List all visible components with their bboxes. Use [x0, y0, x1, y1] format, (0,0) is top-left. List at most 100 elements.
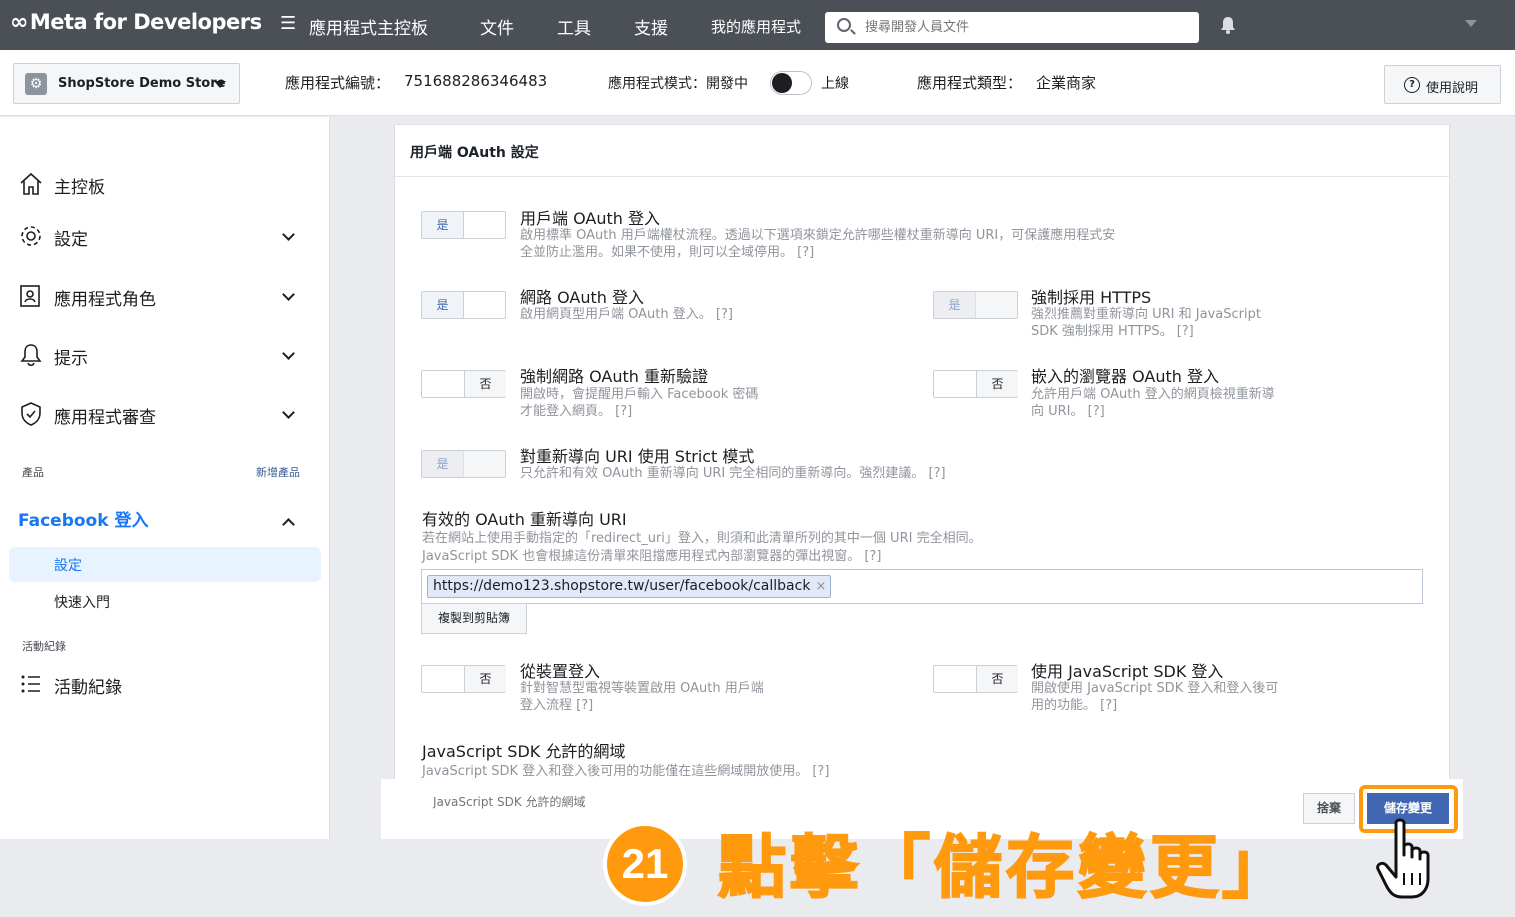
option-desc: 開啟時，會提醒用戶輸入 Facebook 密碼 [520, 387, 759, 402]
home-icon [20, 172, 42, 195]
panel-header: 用戶端 OAuth 設定 [395, 125, 1449, 177]
allowed-domains-title: JavaScript SDK 允許的網域 [422, 742, 626, 761]
nav-my-apps[interactable]: 我的應用程式 [711, 16, 801, 37]
option-desc: 登入流程 [?] [520, 698, 594, 713]
option-title: 強制網路 OAuth 重新驗證 [520, 367, 708, 386]
toggle-state: 否 [976, 666, 1018, 692]
option-desc: 啟用標準 OAuth 用戶端權杖流程。透過以下選項來鎖定允許哪些權杖重新導向 U… [520, 228, 1116, 243]
app-id-label: 應用程式編號： [285, 74, 391, 92]
sidebar-item-facebook-login[interactable]: Facebook 登入 [18, 506, 148, 531]
nav-support[interactable]: 支援 [634, 14, 668, 39]
meta-infinity-icon: ∞ [10, 10, 28, 35]
web-oauth-login-toggle[interactable]: 是 [421, 291, 506, 319]
toggle-state: 否 [464, 666, 506, 692]
sidebar: 主控板 設定 應用程式角色 提示 應用程式審查 產品 新增產品 Facebook… [0, 117, 330, 839]
redirect-uri-title: 有效的 OAuth 重新導向 URI [422, 510, 627, 529]
option-desc: 允許用戶端 OAuth 登入的網頁檢視重新導 [1031, 387, 1275, 402]
chevron-down-icon [282, 406, 295, 419]
nav-tools[interactable]: 工具 [557, 14, 591, 39]
sidebar-item-app-review[interactable]: 應用程式審查 [18, 399, 318, 429]
logo-text: Meta for Developers [29, 10, 262, 34]
chevron-down-icon [282, 288, 295, 301]
gear-icon [21, 226, 41, 246]
app-mode-label: 應用程式模式：開發中 [608, 76, 748, 92]
option-desc: 啟用網頁型用戶端 OAuth 登入。 [?] [520, 307, 733, 322]
option-title: 強制採用 HTTPS [1031, 288, 1152, 307]
sidebar-item-label: 主控板 [54, 178, 105, 198]
search-input[interactable] [865, 16, 1185, 38]
toggle-state: 否 [464, 371, 506, 397]
option-desc: 用的功能。 [?] [1031, 698, 1118, 713]
option-desc: 全並防止濫用。如果不使用，則可以全域停用。 [?] [520, 245, 815, 260]
chevron-up-icon [282, 518, 295, 531]
sidebar-subitem-settings[interactable]: 設定 [9, 547, 321, 582]
products-section-label: 產品 [22, 466, 44, 479]
strict-mode-toggle[interactable]: 是 [421, 450, 506, 478]
option-desc: 開啟使用 JavaScript SDK 登入和登入後可 [1031, 681, 1279, 696]
sidebar-subitem-label: 設定 [54, 558, 82, 574]
client-oauth-login-toggle[interactable]: 是 [421, 211, 506, 239]
app-name: ShopStore Demo Store [58, 76, 226, 91]
app-selector[interactable]: ⚙ ShopStore Demo Store [13, 63, 240, 104]
sidebar-item-settings[interactable]: 設定 [18, 221, 318, 251]
option-desc: 針對智慧型電視等裝置啟用 OAuth 用戶端 [520, 681, 764, 696]
nav-docs[interactable]: 文件 [480, 14, 514, 39]
remove-tag-icon[interactable]: × [816, 576, 827, 597]
roles-icon [20, 285, 40, 307]
menu-icon[interactable]: ☰ [280, 13, 296, 34]
meta-logo[interactable]: ∞Meta for Developers [10, 10, 262, 35]
top-nav-bar: ∞Meta for Developers ☰ 應用程式主控板 文件 工具 支援 … [0, 0, 1515, 50]
option-desc: 才能登入網頁。 [?] [520, 404, 633, 419]
toggle-state: 否 [976, 371, 1018, 397]
copy-to-clipboard-button[interactable]: 複製到剪貼簿 [421, 603, 527, 634]
sidebar-item-label: 提示 [54, 349, 88, 369]
panel-title: 用戶端 OAuth 設定 [410, 145, 539, 161]
enforce-https-toggle[interactable]: 是 [933, 291, 1018, 319]
option-title: 從裝置登入 [520, 662, 601, 681]
app-id-value: 751688286346483 [404, 72, 548, 90]
sidebar-item-alerts[interactable]: 提示 [18, 340, 318, 370]
app-type-value: 企業商家 [1036, 74, 1097, 92]
list-icon [21, 675, 40, 693]
device-login-toggle[interactable]: 否 [421, 665, 506, 693]
account-chevron-down-icon[interactable] [1465, 20, 1477, 27]
sidebar-subitem-quickstart[interactable]: 快速入門 [54, 592, 110, 612]
sidebar-item-label: 應用程式角色 [54, 290, 156, 310]
help-question-icon: ? [1404, 77, 1420, 93]
discard-button[interactable]: 捨棄 [1303, 793, 1355, 824]
toggle-state: 是 [422, 212, 464, 238]
option-title: 用戶端 OAuth 登入 [520, 209, 660, 228]
app-gear-icon: ⚙ [25, 73, 47, 95]
js-sdk-login-toggle[interactable]: 否 [933, 665, 1018, 693]
nav-app-dashboard[interactable]: 應用程式主控板 [309, 14, 428, 39]
redirect-uri-desc: 若在網站上使用手動指定的「redirect_uri」登入，則須和此清單所列的其中… [422, 531, 982, 546]
search-icon [837, 18, 851, 32]
chevron-down-icon [282, 347, 295, 360]
chevron-down-icon [214, 81, 226, 88]
app-mode-toggle[interactable] [770, 71, 812, 95]
option-desc: 向 URI。 [?] [1031, 404, 1105, 419]
sidebar-item-activity-log[interactable]: 活動紀錄 [18, 669, 318, 699]
toggle-state: 是 [422, 292, 464, 318]
sidebar-item-label: 應用程式審查 [54, 408, 156, 428]
step-instruction: 點擊「儲存變更」 [717, 828, 1295, 909]
redirect-uri-value: https://demo123.shopstore.tw/user/facebo… [433, 578, 811, 594]
help-label: 使用說明 [1426, 81, 1479, 96]
sidebar-item-dashboard[interactable]: 主控板 [18, 169, 318, 199]
redirect-uri-desc: JavaScript SDK 也會根據這份清單來阻擋應用程式內部瀏覽器的彈出視窗… [422, 549, 882, 564]
pointer-hand-icon [1376, 818, 1430, 899]
sidebar-item-label: 設定 [54, 230, 88, 250]
redirect-uri-tag[interactable]: https://demo123.shopstore.tw/user/facebo… [427, 575, 832, 598]
help-button[interactable]: ? 使用說明 [1384, 65, 1501, 104]
option-desc: 只允許和有效 OAuth 重新導向 URI 完全相同的重新導向。強烈建議。 [?… [520, 466, 946, 481]
shield-icon [21, 402, 41, 426]
force-web-oauth-reauth-toggle[interactable]: 否 [421, 370, 506, 398]
notification-bell-icon[interactable] [1218, 15, 1238, 35]
redirect-uri-input[interactable]: https://demo123.shopstore.tw/user/facebo… [421, 569, 1423, 604]
option-desc: 強烈推薦對重新導向 URI 和 JavaScript [1031, 307, 1261, 322]
add-product-link[interactable]: 新增產品 [256, 464, 300, 480]
embedded-browser-oauth-toggle[interactable]: 否 [933, 370, 1018, 398]
sidebar-item-label: 活動紀錄 [54, 678, 122, 698]
sidebar-item-app-roles[interactable]: 應用程式角色 [18, 281, 318, 311]
search-box[interactable] [825, 12, 1199, 43]
